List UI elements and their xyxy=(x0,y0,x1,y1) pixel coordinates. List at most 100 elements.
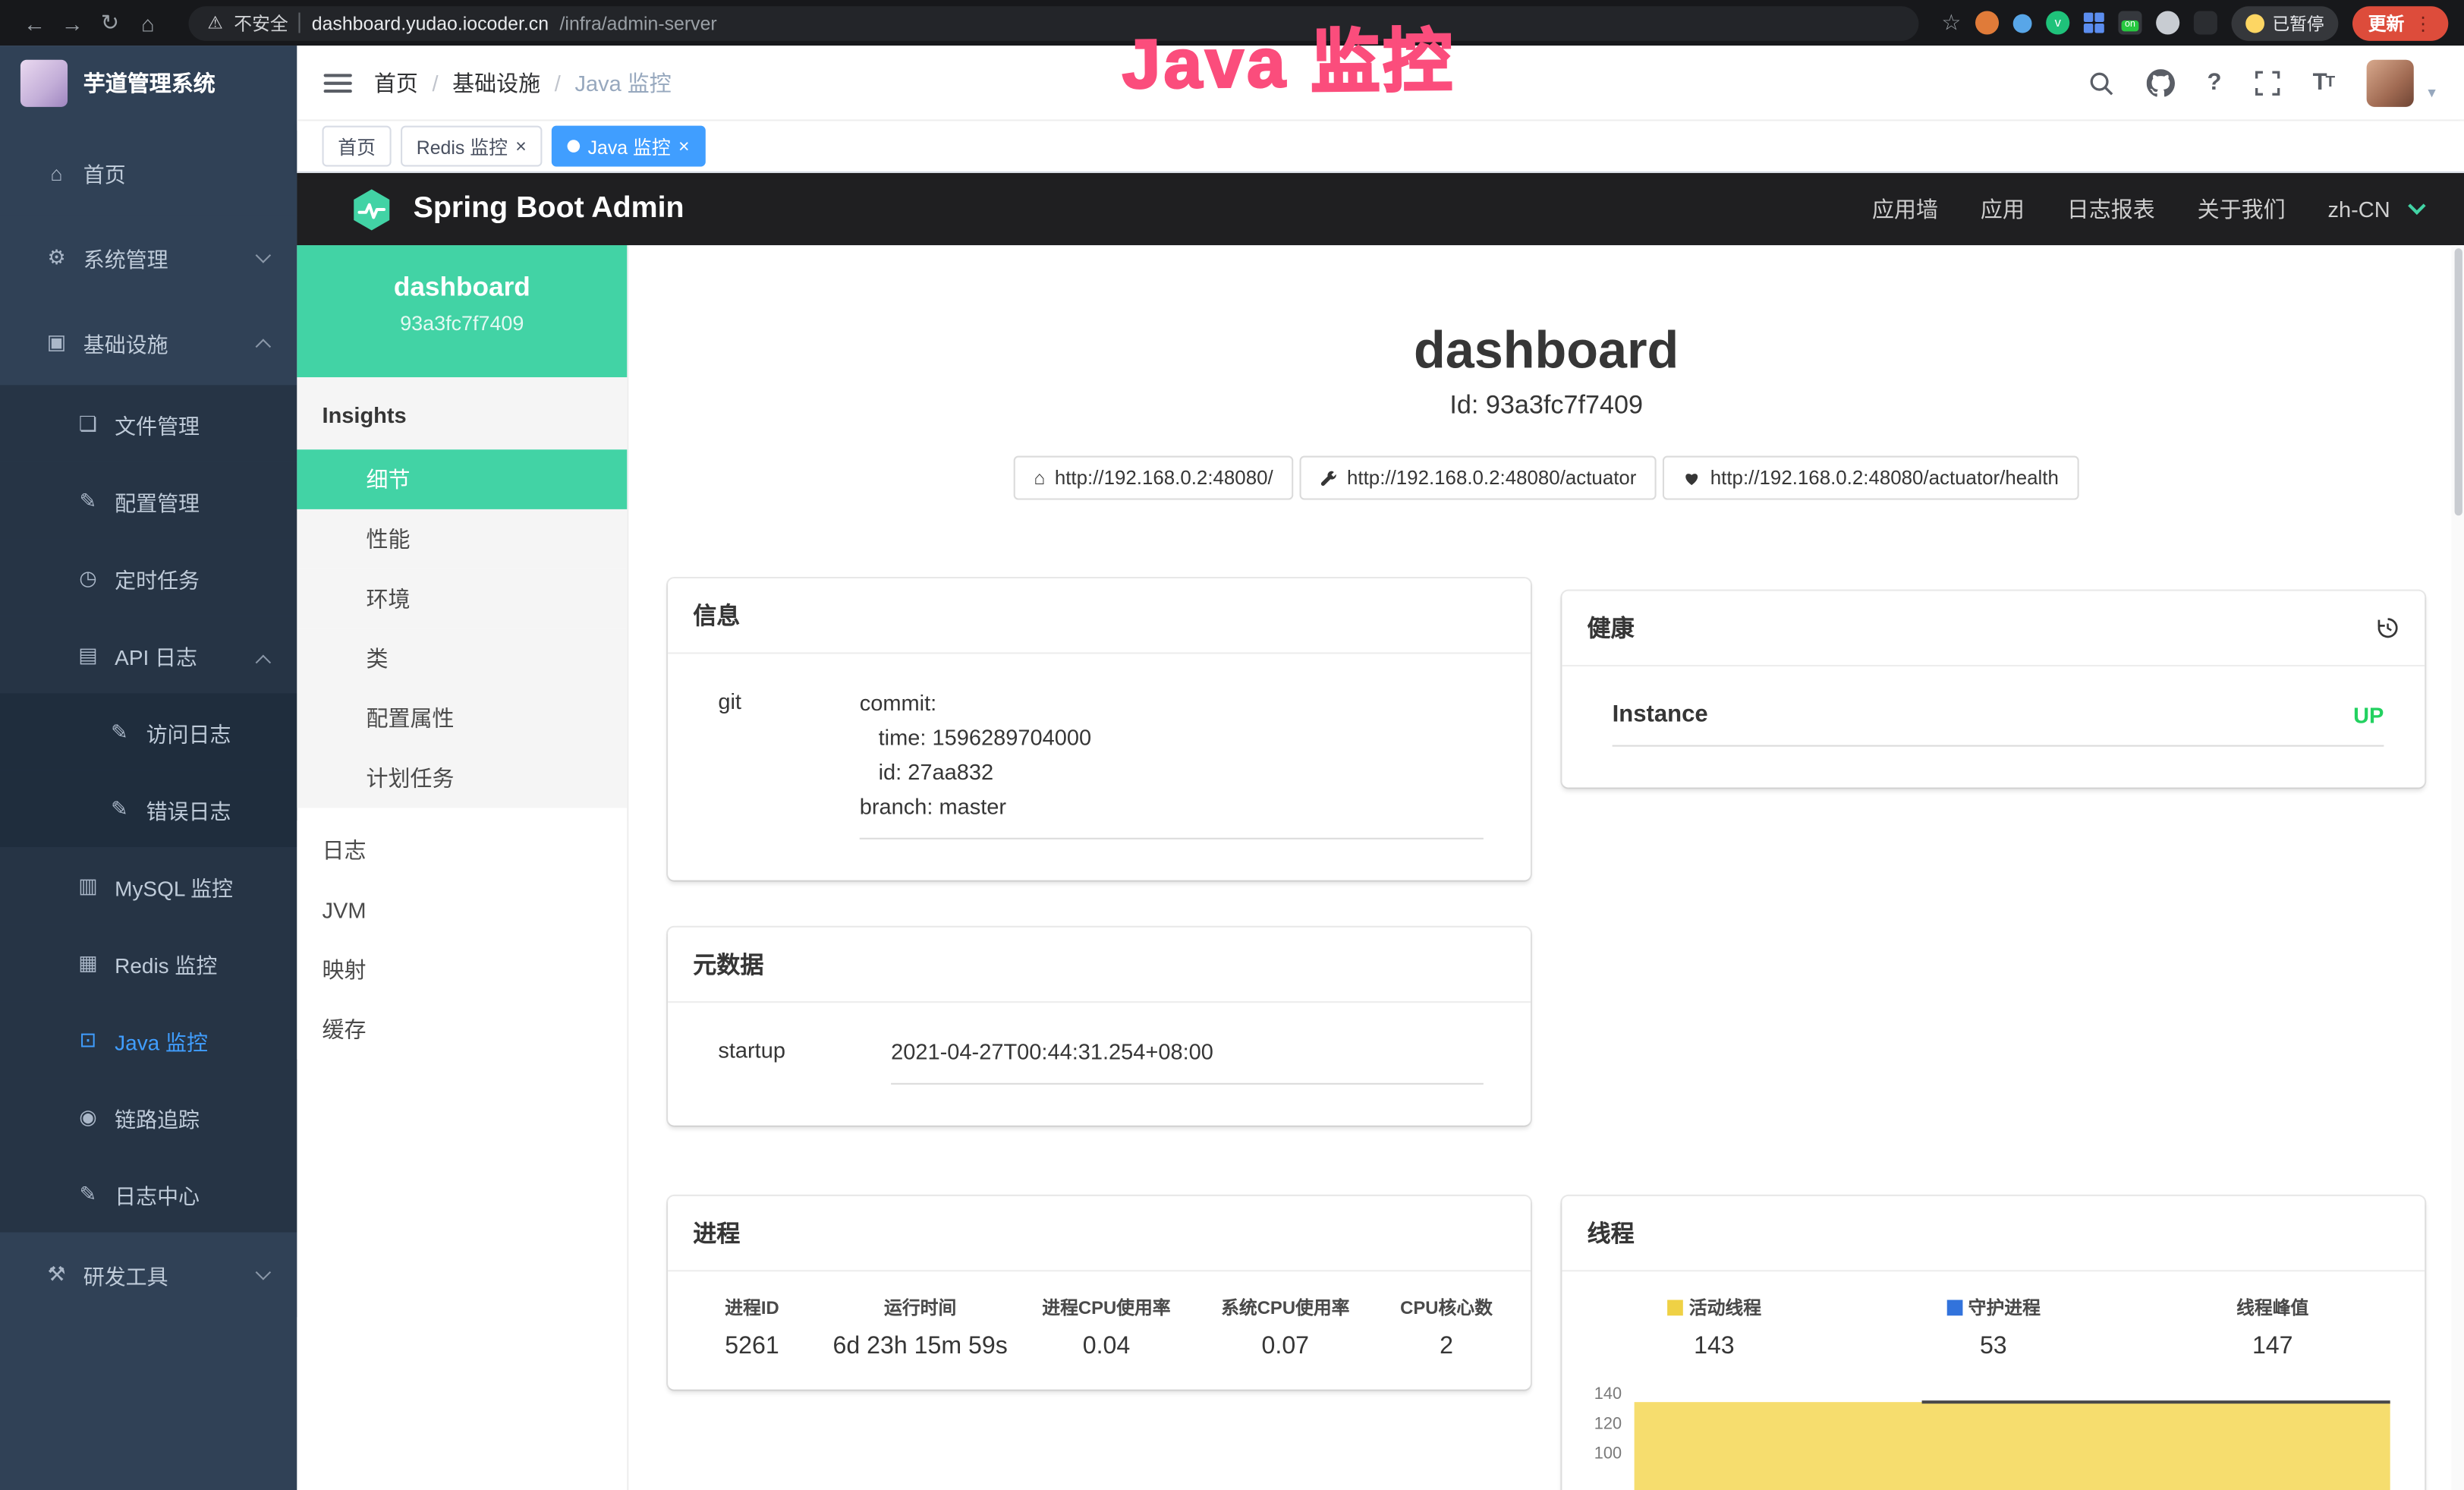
extension-icon-3[interactable]: v xyxy=(2046,11,2069,34)
metadata-card-title: 元数据 xyxy=(693,948,763,981)
health-instance-label[interactable]: Instance xyxy=(1613,701,1708,728)
history-icon[interactable] xyxy=(2376,616,2399,640)
sba-nav-applications[interactable]: 应用 xyxy=(1981,194,2025,225)
paused-badge[interactable]: 已暂停 xyxy=(2232,5,2339,40)
sidebar-item-error-logs[interactable]: ✎错误日志 xyxy=(0,770,297,847)
sba-menu-caches[interactable]: 缓存 xyxy=(297,1000,627,1060)
process-uptime: 运行时间6d 23h 15m 59s xyxy=(823,1295,1017,1361)
hamburger-icon[interactable] xyxy=(324,68,352,96)
system-cpu: 系统CPU使用率0.07 xyxy=(1196,1295,1375,1361)
sba-brand-title[interactable]: Spring Boot Admin xyxy=(414,192,684,227)
sba-header: Spring Boot Admin 应用墙 应用 日志报表 关于我们 zh-CN xyxy=(297,173,2464,245)
actuator-url-link[interactable]: http://192.168.0.2:48080/actuator xyxy=(1300,456,1657,500)
extension-icon-2[interactable] xyxy=(2013,14,2032,33)
sidebar-item-home[interactable]: ⌂首页 xyxy=(0,131,297,216)
forward-icon[interactable]: → xyxy=(53,10,91,35)
info-key: git xyxy=(718,685,859,840)
log-icon: ▤ xyxy=(75,642,100,667)
app-sidebar: 芋道管理系统 ⌂首页 ⚙系统管理 ▣基础设施 ❏文件管理 ✎配置管理 ◷定时任务… xyxy=(0,46,297,1490)
tab-java-monitor[interactable]: Java 监控× xyxy=(552,126,705,167)
sidebar-item-api-logs[interactable]: ▤API 日志 xyxy=(0,616,297,693)
sba-menu-config-properties[interactable]: 配置属性 xyxy=(297,688,627,748)
warning-icon: ⚠ xyxy=(207,13,222,33)
url-path: /infra/admin-server xyxy=(560,12,717,34)
screen: ← → ↻ ⌂ ⚠ 不安全 dashboard.yudao.iocoder.cn… xyxy=(0,0,2464,1490)
extension-icon-7[interactable] xyxy=(2194,11,2217,34)
clock-icon: ◷ xyxy=(75,565,100,590)
health-card-title: 健康 xyxy=(1588,612,1635,644)
metadata-card-body: startup 2021-04-27T00:44:31.254+08:00 xyxy=(668,1003,1531,1126)
sidebar-item-config-mgmt[interactable]: ✎配置管理 xyxy=(0,462,297,539)
search-icon[interactable] xyxy=(2088,70,2113,95)
back-icon[interactable]: ← xyxy=(16,10,54,35)
home-icon: ⌂ xyxy=(1034,467,1045,489)
sidebar-item-redis-monitor[interactable]: ▦Redis 监控 xyxy=(0,925,297,1001)
breadcrumb: 首页 / 基础设施 / Java 监控 xyxy=(374,67,672,98)
sba-menu-mappings[interactable]: 映射 xyxy=(297,940,627,1000)
reload-icon[interactable]: ↻ xyxy=(91,9,129,36)
chevron-up-icon xyxy=(256,655,271,670)
app-logo[interactable]: 芋道管理系统 xyxy=(0,46,297,121)
sba-menu-classes[interactable]: 类 xyxy=(297,628,627,688)
health-heart-icon xyxy=(1684,469,1701,487)
sba-menu-scheduled-tasks[interactable]: 计划任务 xyxy=(297,748,627,808)
sba-menu-details[interactable]: 细节 xyxy=(297,449,627,509)
extension-icon-6[interactable] xyxy=(2156,11,2179,34)
user-avatar[interactable] xyxy=(2367,59,2414,106)
sidebar-item-log-center[interactable]: ✎日志中心 xyxy=(0,1155,297,1232)
sidebar-item-java-monitor[interactable]: ⊡Java 监控 xyxy=(0,1001,297,1078)
breadcrumb-home[interactable]: 首页 xyxy=(374,67,418,98)
tab-redis-monitor[interactable]: Redis 监控× xyxy=(401,126,542,167)
sidebar-item-infrastructure[interactable]: ▣基础设施 xyxy=(0,301,297,386)
font-size-icon[interactable]: TT xyxy=(2313,69,2334,96)
java-monitor-icon: ⊡ xyxy=(75,1027,100,1052)
sidebar-item-tracing[interactable]: ◉链路追踪 xyxy=(0,1079,297,1155)
help-icon[interactable]: ? xyxy=(2207,69,2221,96)
bookmark-star-icon[interactable]: ☆ xyxy=(1941,9,1961,36)
metadata-key: startup xyxy=(718,1035,891,1085)
sidebar-item-mysql-monitor[interactable]: ▥MySQL 监控 xyxy=(0,847,297,924)
sidebar-item-system-mgmt[interactable]: ⚙系统管理 xyxy=(0,216,297,301)
home-icon[interactable]: ⌂ xyxy=(129,10,167,35)
extension-icon-4[interactable] xyxy=(2084,13,2104,33)
status-badge: UP xyxy=(2353,702,2384,727)
sba-nav-language[interactable]: zh-CN xyxy=(2328,197,2390,222)
update-button[interactable]: 更新 ⋮ xyxy=(2352,5,2448,40)
address-bar[interactable]: ⚠ 不安全 dashboard.yudao.iocoder.cn/infra/a… xyxy=(188,5,1919,40)
menu-kebab-icon[interactable]: ⋮ xyxy=(2414,12,2433,34)
close-icon[interactable]: × xyxy=(678,137,690,156)
sba-menu-environment[interactable]: 环境 xyxy=(297,569,627,629)
close-icon[interactable]: × xyxy=(515,137,527,156)
log-center-icon: ✎ xyxy=(75,1181,100,1206)
sba-nav-wallboard[interactable]: 应用墙 xyxy=(1872,194,1938,225)
health-url-link[interactable]: http://192.168.0.2:48080/actuator/health xyxy=(1663,456,2079,500)
sba-menu-performance[interactable]: 性能 xyxy=(297,509,627,569)
threads-card-title: 线程 xyxy=(1588,1217,1635,1249)
sba-menu-logs[interactable]: 日志 xyxy=(297,821,627,880)
chevron-down-icon xyxy=(256,247,271,263)
instance-header[interactable]: dashboard 93a3fc7f7409 xyxy=(297,245,627,377)
sidebar-item-dev-tools[interactable]: ⚒研发工具 xyxy=(0,1233,297,1318)
sidebar-item-access-logs[interactable]: ✎访问日志 xyxy=(0,693,297,770)
page-scrollbar[interactable] xyxy=(2451,245,2464,1490)
health-card: 健康 Instance UP xyxy=(1562,591,2425,788)
github-icon[interactable] xyxy=(2146,68,2174,96)
fullscreen-icon[interactable] xyxy=(2255,70,2280,95)
health-card-body: Instance UP xyxy=(1562,666,2425,787)
scrollbar-thumb[interactable] xyxy=(2454,248,2462,515)
sba-nav-journal[interactable]: 日志报表 xyxy=(2067,194,2155,225)
extension-icon-1[interactable] xyxy=(1975,11,1999,34)
language-caret-icon[interactable] xyxy=(2408,197,2425,215)
sba-nav-about[interactable]: 关于我们 xyxy=(2198,194,2286,225)
header-actions: ? TT ▾ xyxy=(2088,59,2464,106)
sidebar-item-file-mgmt[interactable]: ❏文件管理 xyxy=(0,385,297,461)
breadcrumb-infrastructure[interactable]: 基础设施 xyxy=(452,67,540,98)
extension-icon-5[interactable]: on xyxy=(2118,11,2141,34)
sba-menu-jvm[interactable]: JVM xyxy=(297,880,627,940)
avatar-caret-icon[interactable]: ▾ xyxy=(2428,85,2435,102)
tab-home[interactable]: 首页 xyxy=(323,126,392,167)
chart-plot-area xyxy=(1635,1380,2390,1490)
service-url-link[interactable]: ⌂ http://192.168.0.2:48080/ xyxy=(1013,456,1293,500)
gear-icon: ⚙ xyxy=(44,245,69,270)
sidebar-item-scheduled-tasks[interactable]: ◷定时任务 xyxy=(0,539,297,616)
